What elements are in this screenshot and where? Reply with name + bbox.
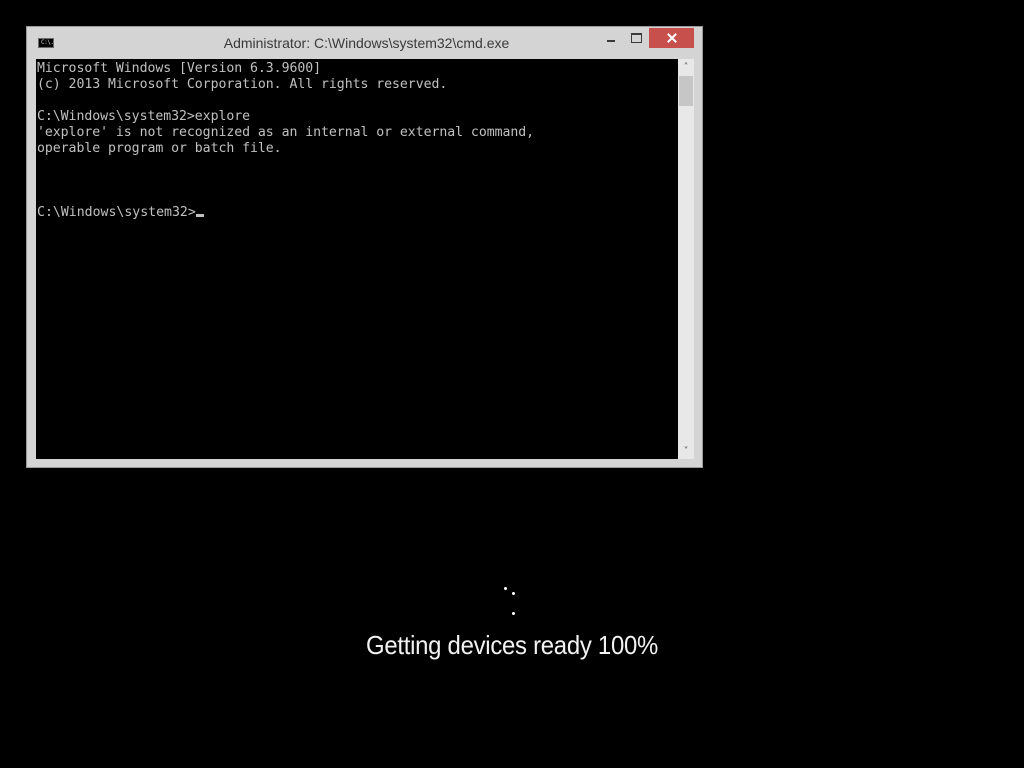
maximize-icon: [631, 33, 642, 43]
spinner-dot: [512, 612, 515, 615]
console-prompt: C:\Windows\system32>: [37, 205, 196, 220]
title-bar[interactable]: C:\. Administrator: C:\Windows\system32\…: [27, 27, 702, 59]
minimize-icon: [607, 40, 615, 42]
chevron-down-icon: ˅: [683, 445, 689, 457]
scroll-thumb[interactable]: [679, 76, 693, 106]
scroll-up-button[interactable]: ˄: [678, 59, 694, 75]
chevron-up-icon: ˄: [683, 61, 689, 73]
spinner-dot: [512, 592, 515, 595]
spinner-dot: [504, 587, 507, 590]
vertical-scrollbar[interactable]: ˄ ˅: [678, 59, 694, 459]
cmd-window[interactable]: C:\. Administrator: C:\Windows\system32\…: [26, 26, 703, 468]
close-icon: [667, 33, 677, 43]
scroll-down-button[interactable]: ˅: [678, 443, 694, 459]
minimize-button[interactable]: [598, 28, 624, 48]
device-setup-status: Getting devices ready 100%: [365, 630, 659, 660]
close-button[interactable]: [649, 28, 694, 48]
desktop-screen: C:\. Administrator: C:\Windows\system32\…: [0, 0, 1024, 768]
maximize-button[interactable]: [624, 28, 649, 48]
console-text: Microsoft Windows [Version 6.3.9600] (c)…: [37, 61, 535, 156]
console-prompt-line[interactable]: C:\Windows\system32>: [37, 205, 204, 221]
loading-spinner-icon: [498, 584, 522, 618]
text-cursor: [195, 214, 204, 217]
console-output[interactable]: Microsoft Windows [Version 6.3.9600] (c)…: [36, 59, 678, 459]
